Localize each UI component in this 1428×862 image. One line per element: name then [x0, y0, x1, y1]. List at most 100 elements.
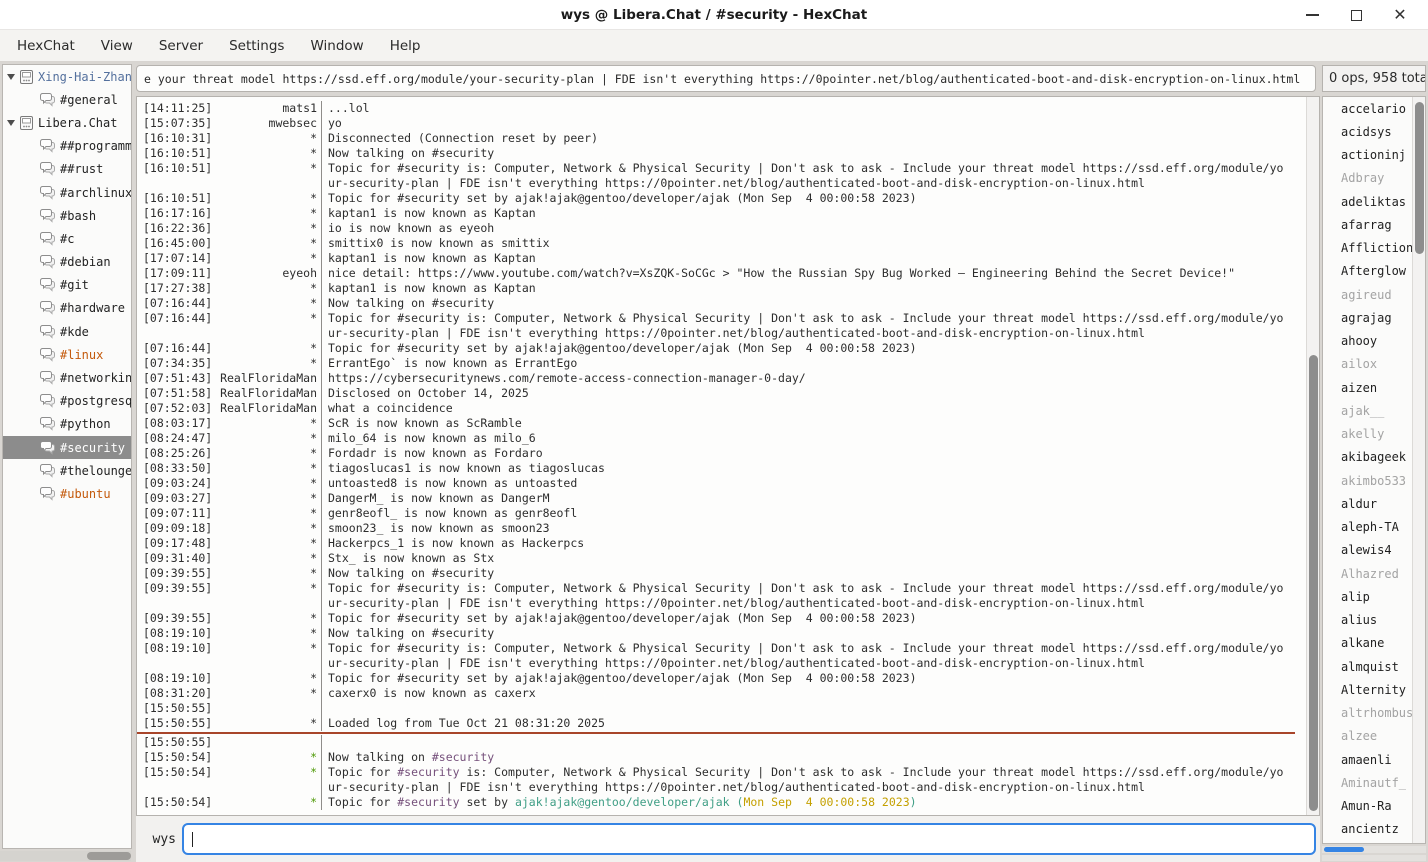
- sidebar-item-rust[interactable]: ##rust: [3, 158, 131, 181]
- message-segment: ur-security-plan | FDE isn't everything …: [328, 780, 1145, 794]
- user-row-adbray[interactable]: Adbray: [1323, 167, 1425, 190]
- maximize-button[interactable]: [1334, 0, 1378, 30]
- topic-text: e your threat model https://ssd.eff.org/…: [144, 72, 1300, 86]
- menu-help[interactable]: Help: [377, 33, 434, 59]
- sidebar-item-networking[interactable]: #networking: [3, 366, 131, 389]
- chat-row: [15:50:54]*Topic for #security is: Compu…: [137, 765, 1295, 780]
- user-row-actioninj[interactable]: actioninj: [1323, 144, 1425, 167]
- user-row-alkane[interactable]: alkane: [1323, 632, 1425, 655]
- user-row-alzee[interactable]: alzee: [1323, 725, 1425, 748]
- message-nick: *: [217, 641, 317, 656]
- user-row-aldur[interactable]: aldur: [1323, 492, 1425, 515]
- message-nick: *: [217, 131, 317, 146]
- user-row-altrhombus[interactable]: altrhombus: [1323, 702, 1425, 725]
- user-row-afterglow[interactable]: Afterglow: [1323, 260, 1425, 283]
- message-text: Topic for #security set by ajak!ajak@gen…: [321, 191, 1295, 206]
- user-nick: akelly: [1341, 427, 1384, 441]
- chat-row: [16:17:16]*kaptan1 is now known as Kapta…: [137, 206, 1295, 221]
- user-row-acidsys[interactable]: acidsys: [1323, 120, 1425, 143]
- message-segment: Mon Sep 4 00:00:58 2023: [743, 795, 909, 809]
- sidebar-item-security[interactable]: #security: [3, 436, 131, 459]
- user-row-akimbo533[interactable]: akimbo533: [1323, 469, 1425, 492]
- user-row-almquist[interactable]: almquist: [1323, 655, 1425, 678]
- user-row-akelly[interactable]: akelly: [1323, 423, 1425, 446]
- userlist-horizontal-scrollbar[interactable]: [1322, 846, 1426, 853]
- user-row-alewis4[interactable]: alewis4: [1323, 539, 1425, 562]
- sidebar-item-xing-hai-zhang[interactable]: Xing-Hai-Zhang: [3, 65, 131, 88]
- sidebar-item-python[interactable]: #python: [3, 413, 131, 436]
- menu-server[interactable]: Server: [146, 33, 216, 59]
- user-nick: altrhombus: [1341, 706, 1413, 720]
- sidebar-item-c[interactable]: #c: [3, 227, 131, 250]
- chat-row: [14:11:25]mats1...lol: [137, 101, 1295, 116]
- chat-row: [15:50:54]*Topic for #security set by aj…: [137, 795, 1295, 810]
- user-nick: aizen: [1341, 381, 1377, 395]
- message-nick: *: [217, 251, 317, 266]
- sidebar-item-general[interactable]: #general: [3, 88, 131, 111]
- sidebar-item-ubuntu[interactable]: #ubuntu: [3, 482, 131, 505]
- user-row-adeliktas[interactable]: adeliktas: [1323, 190, 1425, 213]
- sidebar-item-linux[interactable]: #linux: [3, 343, 131, 366]
- chat-vscroll-thumb[interactable]: [1309, 355, 1318, 811]
- expander-icon[interactable]: [7, 74, 15, 80]
- user-row-agrajag[interactable]: agrajag: [1323, 306, 1425, 329]
- sidebar-item-thelounge[interactable]: #thelounge: [3, 459, 131, 482]
- user-row-agireud[interactable]: agireud: [1323, 283, 1425, 306]
- user-row-affliction[interactable]: Affliction: [1323, 237, 1425, 260]
- sidebar-item-bash[interactable]: #bash: [3, 204, 131, 227]
- user-row-ajak__[interactable]: ajak__: [1323, 399, 1425, 422]
- sidebar-item-debian[interactable]: #debian: [3, 251, 131, 274]
- message-timestamp: [16:10:51]: [137, 161, 217, 176]
- sidebar-item-hardware[interactable]: #hardware: [3, 297, 131, 320]
- user-row-ahooy[interactable]: ahooy: [1323, 330, 1425, 353]
- userlist-scrollbar-track: [1322, 855, 1426, 861]
- user-row-alip[interactable]: alip: [1323, 585, 1425, 608]
- sidebar-item-programming[interactable]: ##programming: [3, 135, 131, 158]
- sidebar-item-label: #linux: [60, 348, 103, 362]
- userlist-hscroll-thumb[interactable]: [1324, 847, 1364, 852]
- expander-icon[interactable]: [7, 120, 15, 126]
- sidebar-item-libera.chat[interactable]: Libera.Chat: [3, 111, 131, 134]
- menu-window[interactable]: Window: [297, 33, 376, 59]
- user-row-afarrag[interactable]: afarrag: [1323, 213, 1425, 236]
- user-nick: ahooy: [1341, 334, 1377, 348]
- message-text: ...lol: [321, 101, 1295, 116]
- user-row-amaenli[interactable]: amaenli: [1323, 748, 1425, 771]
- sidebar-item-kde[interactable]: #kde: [3, 320, 131, 343]
- user-row-akibageek[interactable]: akibageek: [1323, 446, 1425, 469]
- user-row-aizen[interactable]: aizen: [1323, 376, 1425, 399]
- message-timestamp: [15:07:35]: [137, 116, 217, 131]
- close-button[interactable]: ✕: [1378, 0, 1422, 30]
- user-row-alternity[interactable]: Alternity: [1323, 678, 1425, 701]
- userlist-vertical-scrollbar[interactable]: [1412, 97, 1425, 843]
- chat-row: [08:19:10]*Topic for #security is: Compu…: [137, 641, 1295, 656]
- sidebar-item-archlinux[interactable]: #archlinux: [3, 181, 131, 204]
- message-text: Topic for #security is: Computer, Networ…: [321, 311, 1295, 326]
- message-input[interactable]: [182, 823, 1316, 855]
- chat-vertical-scrollbar[interactable]: [1306, 97, 1319, 815]
- user-row-aminautf_[interactable]: Aminautf_: [1323, 771, 1425, 794]
- chat-row: [16:22:36]*io is now known as eyeoh: [137, 221, 1295, 236]
- sidebar-item-git[interactable]: #git: [3, 274, 131, 297]
- user-row-accelario[interactable]: accelario: [1323, 97, 1425, 120]
- message-timestamp: [08:25:26]: [137, 446, 217, 461]
- user-row-amun-ra[interactable]: Amun-Ra: [1323, 795, 1425, 818]
- tree-horizontal-scrollbar[interactable]: [0, 851, 131, 861]
- chat-row: [15:50:55]: [137, 701, 1295, 716]
- text-caret: [192, 832, 193, 847]
- user-row-alhazred[interactable]: Alhazred: [1323, 562, 1425, 585]
- user-row-ailox[interactable]: ailox: [1323, 353, 1425, 376]
- user-row-alius[interactable]: alius: [1323, 609, 1425, 632]
- userlist-vscroll-thumb[interactable]: [1415, 102, 1424, 254]
- user-row-aleph-ta[interactable]: aleph-TA: [1323, 516, 1425, 539]
- topic-bar[interactable]: e your threat model https://ssd.eff.org/…: [136, 65, 1316, 92]
- chat-row: [15:07:35]mwebsecyo: [137, 116, 1295, 131]
- minimize-button[interactable]: [1290, 0, 1334, 30]
- user-row-ancientz[interactable]: ancientz: [1323, 818, 1425, 841]
- menu-hexchat[interactable]: HexChat: [4, 33, 88, 59]
- sidebar-item-postgresql[interactable]: #postgresql: [3, 390, 131, 413]
- menu-settings[interactable]: Settings: [216, 33, 297, 59]
- menu-view[interactable]: View: [88, 33, 146, 59]
- tree-hscroll-thumb[interactable]: [87, 852, 131, 860]
- chat-row: [08:31:20]*caxerx0 is now known as caxer…: [137, 686, 1295, 701]
